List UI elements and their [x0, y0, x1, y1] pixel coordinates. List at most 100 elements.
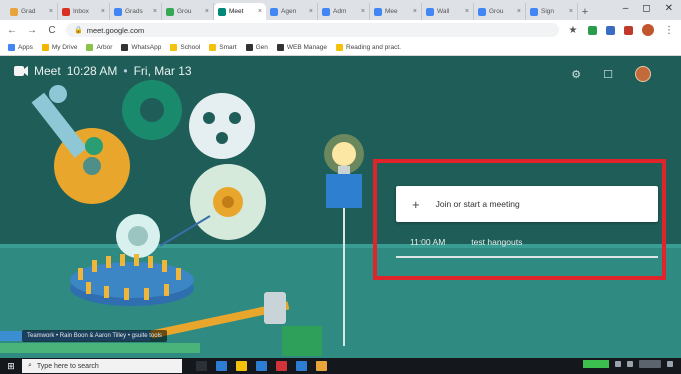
bookmark-item[interactable]: Reading and pract. — [336, 44, 401, 51]
battery-icon[interactable] — [583, 360, 609, 368]
plus-icon: + — [412, 196, 420, 212]
tab-close-icon[interactable]: × — [205, 8, 209, 15]
bookmark-item[interactable]: Apps — [8, 44, 33, 51]
system-tray — [583, 360, 673, 368]
tab-favicon-icon — [426, 7, 434, 16]
tab-close-icon[interactable]: × — [361, 8, 365, 15]
reload-icon[interactable]: C — [46, 25, 58, 36]
browser-tab[interactable]: Sign × — [526, 3, 578, 20]
bookmark-item[interactable]: My Drive — [41, 44, 77, 51]
forward-icon[interactable]: → — [26, 25, 38, 36]
browser-tab[interactable]: Wall × — [422, 3, 474, 20]
bookmark-icon — [209, 44, 217, 51]
bookmark-icon — [245, 44, 253, 51]
browser-tab[interactable]: Grou × — [162, 3, 214, 20]
tab-close-icon[interactable]: × — [517, 8, 521, 15]
bookmark-item[interactable]: Arbor — [86, 44, 112, 51]
browser-tab[interactable]: Grou × — [474, 3, 526, 20]
feedback-icon[interactable]: ☐ — [603, 68, 613, 81]
url-text: meet.google.com — [86, 25, 145, 35]
bookmark-label: Reading and pract. — [346, 44, 401, 51]
tab-close-icon[interactable]: × — [569, 8, 573, 15]
tab-close-icon[interactable]: × — [413, 8, 417, 15]
gear-green — [190, 164, 266, 240]
taskbar-apps — [196, 361, 327, 371]
taskbar-app-icon[interactable] — [216, 361, 227, 371]
lock-icon: 🔒 — [74, 27, 83, 34]
clock[interactable] — [639, 360, 661, 368]
network-icon[interactable] — [615, 361, 621, 367]
tab-favicon-icon — [270, 7, 278, 16]
artwork-caption: Teamwork • Rain Boon & Aaron Tilley • gs… — [22, 330, 167, 342]
bookmark-label: WEB Manage — [286, 44, 327, 51]
current-date: Fri, Mar 13 — [133, 64, 192, 78]
taskbar-search-placeholder: Type here to search — [36, 362, 99, 370]
browser-tab[interactable]: Meet × — [214, 3, 266, 20]
meeting-list-item[interactable]: 11:00 AM test hangouts — [396, 228, 658, 258]
extension-icon[interactable] — [606, 25, 615, 35]
minimize-button[interactable]: – — [623, 3, 629, 14]
bookmark-item[interactable]: School — [170, 44, 200, 51]
join-meeting-button[interactable]: + Join or start a meeting — [396, 186, 658, 222]
taskbar-app-icon[interactable] — [256, 361, 267, 371]
gear-white — [189, 93, 255, 159]
back-icon[interactable]: ← — [6, 25, 18, 36]
tab-favicon-icon — [62, 7, 70, 16]
tab-close-icon[interactable]: × — [49, 8, 53, 15]
notifications-icon[interactable] — [667, 361, 673, 367]
browser-toolbar: ← → C 🔒 meet.google.com ★ ⋮ — [0, 20, 681, 40]
tab-label: Sign — [541, 8, 555, 15]
taskbar-app-icon[interactable] — [316, 361, 327, 371]
tab-close-icon[interactable]: × — [258, 8, 262, 15]
tab-label: Grou — [489, 8, 504, 15]
taskbar-app-icon[interactable] — [296, 361, 307, 371]
bookmark-item[interactable]: WhatsApp — [121, 44, 161, 51]
taskbar-search[interactable]: ⌕ Type here to search — [22, 359, 182, 373]
browser-tab[interactable]: Agen × — [266, 3, 318, 20]
bookmark-icon — [41, 44, 49, 51]
tab-label: Adm — [333, 8, 347, 15]
new-tab-button[interactable]: + — [578, 3, 592, 20]
taskbar-app-icon[interactable] — [276, 361, 287, 371]
bookmark-item[interactable]: Smart — [209, 44, 237, 51]
tab-favicon-icon — [478, 7, 486, 16]
windows-start-icon[interactable]: ⊞ — [0, 358, 22, 374]
window-controls: – ◻ ✕ — [623, 3, 673, 14]
taskbar-app-icon[interactable] — [236, 361, 247, 371]
browser-tab-strip: Grad × Inbox × Grads × Grou × Meet × Agen × Adm × Mee ×… — [0, 0, 681, 20]
tab-close-icon[interactable]: × — [101, 8, 105, 15]
browser-tab[interactable]: Mee × — [370, 3, 422, 20]
maximize-button[interactable]: ◻ — [642, 3, 650, 14]
tab-favicon-icon — [374, 7, 382, 16]
tab-favicon-icon — [166, 7, 174, 16]
tab-label: Grads — [125, 8, 143, 15]
tab-favicon-icon — [530, 7, 538, 16]
browser-tab[interactable]: Inbox × — [58, 3, 110, 20]
taskbar-app-icon[interactable] — [196, 361, 207, 371]
volume-icon[interactable] — [627, 361, 633, 367]
tab-label: Wall — [437, 8, 450, 15]
bookmarks-bar: Apps My Drive Arbor WhatsApp School Smart Gen W… — [0, 40, 681, 56]
tab-close-icon[interactable]: × — [309, 8, 313, 15]
address-bar[interactable]: 🔒 meet.google.com — [66, 23, 559, 37]
extension-icon[interactable] — [624, 25, 633, 35]
tab-close-icon[interactable]: × — [153, 8, 157, 15]
tab-label: Mee — [385, 8, 398, 15]
browser-tab[interactable]: Adm × — [318, 3, 370, 20]
browser-tab[interactable]: Grads × — [110, 3, 162, 20]
menu-icon[interactable]: ⋮ — [663, 25, 675, 36]
tab-label: Agen — [281, 8, 297, 15]
extension-icons: ★ ⋮ — [567, 24, 675, 36]
account-avatar[interactable] — [635, 66, 651, 82]
bookmark-icon — [336, 44, 343, 51]
bookmark-label: WhatsApp — [131, 44, 162, 51]
tab-close-icon[interactable]: × — [465, 8, 469, 15]
extension-icon[interactable] — [588, 25, 597, 35]
bookmark-item[interactable]: WEB Manage — [276, 44, 327, 51]
close-window-button[interactable]: ✕ — [665, 3, 673, 14]
star-icon[interactable]: ★ — [567, 25, 579, 36]
bookmark-item[interactable]: Gen — [245, 44, 268, 51]
browser-tab[interactable]: Grad × — [6, 3, 58, 20]
profile-avatar[interactable] — [642, 24, 654, 36]
settings-icon[interactable]: ⚙ — [571, 68, 581, 81]
